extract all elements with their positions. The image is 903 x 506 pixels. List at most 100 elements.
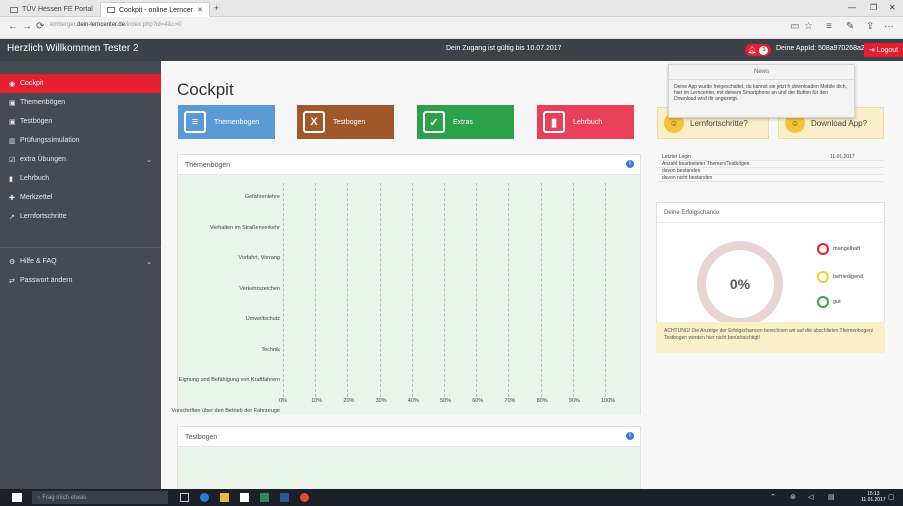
sidebar-item-merkzettel[interactable]: ✚ Merkzettel (0, 188, 161, 207)
success-warning: ACHTUNG! Die Anzeige der Erfolgschancen … (656, 322, 885, 353)
chart-tick-label: 90% (568, 398, 580, 404)
sidebar-item-lernfortschritte[interactable]: ↗ Lernfortschritte (0, 207, 161, 226)
chart-category-label: Gefahrenlehre (244, 194, 280, 200)
sidebar: ◉ Cockpit ▣ Themenbögen ▣ Testbögen ▥ Prüfun… (0, 61, 161, 489)
news-text: Deine App wurde freigeschaltet, du kanns… (674, 84, 847, 102)
document-icon: ≡ (184, 111, 206, 133)
line-chart-icon: ↗ (9, 213, 15, 221)
chart-category-label: Umweltschutz (245, 316, 280, 322)
sidebar-item-pruefungssimulation[interactable]: ▥ Prüfungssimulation (0, 131, 161, 150)
back-icon[interactable]: ← (8, 21, 18, 32)
pin-icon: ✚ (9, 194, 15, 202)
access-valid-text: Dein Zugang ist gültig bis 10.07.2017 (446, 45, 562, 52)
sidebar-item-passwort-aendern[interactable]: ⇄ Passwort ändern (0, 271, 161, 290)
chart-tick-label: 100% (601, 398, 616, 404)
table-row: davon bestanden (658, 168, 884, 175)
chart-category-label: Verhalten im Straßenverkehr (209, 224, 280, 231)
circle-red-icon (817, 243, 829, 255)
success-ring: 0% (697, 241, 783, 327)
tab-tuev-portal[interactable]: TÜV Hessen FE Portal (4, 2, 100, 17)
chart-gridline (476, 183, 478, 397)
chart-gridline (411, 183, 413, 397)
panel-title: Deine Erfolgschance (657, 203, 884, 223)
taskbar-clock[interactable]: 15:13 11.01.2017 (861, 491, 886, 503)
windows-taskbar: ○ Frag mich etwas ⌃ ⊛ ◁ ▤ 15:13 11.01.201… (0, 489, 903, 506)
tray-arrow-icon[interactable]: ⌃ (770, 493, 776, 501)
task-view-icon[interactable] (180, 493, 189, 502)
chrome-icon[interactable] (300, 493, 309, 502)
chart-category-label: Eignung und Befähigung von Kraftfahrern (178, 377, 280, 383)
tab-cockpit[interactable]: Cockpit - online Lerncer ✕ (100, 2, 210, 17)
lehrbuch-tile[interactable]: ▮ Lehrbuch (537, 105, 634, 139)
web-note-icon[interactable]: ✎ (846, 21, 854, 32)
close-tab-icon[interactable]: ✕ (197, 6, 203, 14)
favorite-star-icon[interactable]: ☆ (804, 21, 813, 32)
document-icon: ▣ (9, 118, 16, 126)
chart-tick-label: 40% (407, 398, 419, 404)
sidebar-divider (0, 247, 161, 248)
tab-favicon-icon (107, 7, 115, 13)
logout-button[interactable]: ⇥ Logout (864, 43, 903, 57)
more-icon[interactable]: ··· (884, 21, 894, 32)
sidebar-item-hilfe-faq[interactable]: ⚙ Hilfe & FAQ ⌄ (0, 252, 161, 271)
forward-icon[interactable]: → (22, 21, 32, 32)
edge-browser-icon[interactable] (200, 493, 209, 502)
close-window-icon[interactable]: ✕ (889, 3, 896, 12)
notification-count: 1 (759, 45, 769, 55)
store-icon[interactable] (240, 493, 249, 502)
address-bar: ← → ⟳ emberger.dein-lerncenter.de/index.… (0, 17, 903, 39)
dashboard-icon: ◉ (9, 80, 16, 88)
sidebar-item-cockpit[interactable]: ◉ Cockpit (0, 74, 161, 93)
network-icon[interactable]: ⊛ (790, 493, 796, 501)
chevron-down-icon: ⌄ (146, 258, 152, 266)
table-row: Anzahl bearbeiteter Themen/Testbögen (658, 161, 884, 168)
document-icon: ▣ (9, 99, 16, 107)
themenbogen-tile[interactable]: ≡ Themenbogen (178, 105, 275, 139)
chart-tick-label: 20% (343, 398, 355, 404)
info-icon[interactable]: i (626, 432, 634, 440)
info-icon[interactable]: i (626, 160, 634, 168)
refresh-icon[interactable]: ⟳ (36, 21, 44, 32)
minimize-icon[interactable]: — (848, 3, 856, 12)
hub-menu-icon[interactable]: ≡ (826, 21, 832, 32)
chevron-down-icon: ⌄ (146, 156, 152, 164)
news-title: News (669, 65, 854, 80)
bar-chart-icon: ▥ (9, 137, 16, 145)
file-explorer-icon[interactable] (220, 493, 229, 502)
cortana-search-input[interactable]: ○ Frag mich etwas (32, 491, 168, 504)
chart-gridline (605, 183, 606, 397)
chart-tick-label: 50% (440, 398, 452, 404)
chart-tick-label: 80% (536, 398, 548, 404)
chart-category-label: Verkehrszeichen (239, 285, 280, 292)
new-tab-icon[interactable]: + (214, 3, 219, 13)
maximize-icon[interactable]: ❐ (870, 3, 877, 12)
chart-gridline (315, 183, 317, 397)
keyboard-icon[interactable]: ▤ (828, 493, 835, 501)
excel-x-icon: X (303, 111, 325, 133)
share-icon[interactable]: ⇪ (866, 21, 874, 32)
sidebar-item-themenboegen[interactable]: ▣ Themenbögen (0, 93, 161, 112)
app-header: Herzlich Willkommen Tester 2 Dein Zugang… (0, 39, 903, 61)
action-center-icon[interactable]: ▢ (888, 493, 895, 501)
legend-mangelhaft: mangelhaft (817, 243, 860, 255)
windows-start-icon[interactable] (12, 493, 22, 502)
gear-icon: ⚙ (9, 258, 16, 266)
success-percent: 0% (729, 276, 751, 292)
notification-button[interactable]: 🔔︎ 1 (745, 44, 771, 56)
sidebar-item-extra-uebungen[interactable]: ☑ extra Übungen ⌄ (0, 150, 161, 169)
extras-tile[interactable]: ✓ Extras (417, 105, 514, 139)
word-app-icon[interactable] (280, 493, 289, 502)
testbogen-tile[interactable]: X Testbogen (297, 105, 394, 139)
legend-gut: gut (817, 296, 841, 308)
chart-category-label: Vorschriften über den Betrieb der Fahrze… (171, 407, 280, 414)
table-row: davon nicht bestanden (658, 175, 884, 182)
sidebar-item-lehrbuch[interactable]: ▮ Lehrbuch (0, 169, 161, 188)
tab-favicon-icon (10, 6, 18, 13)
url-field[interactable]: emberger.dein-lerncenter.de/index.php?id… (50, 22, 181, 28)
volume-icon[interactable]: ◁ (808, 493, 813, 501)
reading-view-icon[interactable]: ▭ (790, 21, 799, 32)
chart-tick-label: 30% (375, 398, 387, 404)
excel-app-icon[interactable] (260, 493, 269, 502)
sidebar-item-testboegen[interactable]: ▣ Testbögen (0, 112, 161, 131)
book-icon: ▮ (543, 111, 565, 133)
